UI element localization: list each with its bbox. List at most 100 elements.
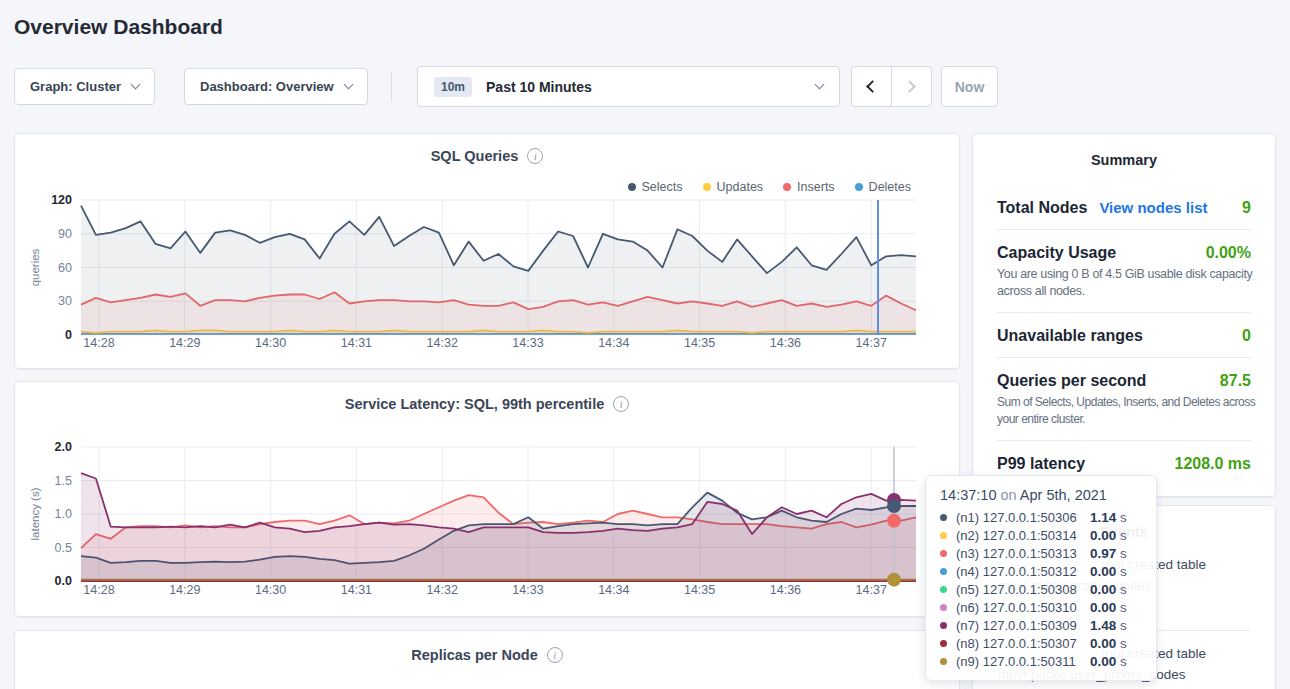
summary-row-unavailable: Unavailable ranges 0 bbox=[997, 327, 1251, 345]
node-color-dot bbox=[940, 532, 947, 539]
summary-label: Total Nodes bbox=[997, 199, 1087, 217]
summary-value: 1208.0 ms bbox=[1174, 455, 1251, 473]
service-latency-panel: Service Latency: SQL, 99th percentile i … bbox=[14, 381, 960, 617]
chevron-right-icon bbox=[903, 80, 916, 93]
tooltip-row: (n8) 127.0.0.1:50307 0.00 s bbox=[940, 634, 1142, 652]
tooltip-node-value: 0.00 s bbox=[1090, 636, 1142, 651]
view-nodes-list-link[interactable]: View nodes list bbox=[1099, 199, 1207, 216]
sql-queries-panel: SQL Queries i SelectsUpdatesInsertsDelet… bbox=[14, 133, 960, 369]
svg-text:14:37: 14:37 bbox=[856, 583, 887, 597]
dashboard-dropdown[interactable]: Dashboard: Overview bbox=[184, 68, 368, 105]
tooltip-row: (n5) 127.0.0.1:50308 0.00 s bbox=[940, 580, 1142, 598]
svg-text:14:33: 14:33 bbox=[512, 583, 543, 597]
svg-text:0: 0 bbox=[65, 328, 72, 342]
tooltip-row: (n7) 127.0.0.1:50309 1.48 s bbox=[940, 616, 1142, 634]
tooltip-node-label: (n7) 127.0.0.1:50309 bbox=[956, 618, 1077, 633]
tooltip-node-value: 0.00 s bbox=[1090, 654, 1142, 669]
svg-text:14:34: 14:34 bbox=[598, 336, 629, 350]
svg-text:14:35: 14:35 bbox=[684, 336, 715, 350]
svg-text:0.0: 0.0 bbox=[55, 574, 72, 588]
prev-range-button[interactable] bbox=[852, 67, 892, 106]
svg-text:14:30: 14:30 bbox=[255, 583, 286, 597]
summary-label: Capacity Usage bbox=[997, 244, 1116, 262]
tooltip-row: (n1) 127.0.0.1:50306 1.14 s bbox=[940, 508, 1142, 526]
summary-label: Unavailable ranges bbox=[997, 327, 1143, 345]
node-color-dot bbox=[940, 568, 947, 575]
tooltip-node-value: 0.00 s bbox=[1090, 582, 1142, 597]
summary-desc: You are using 0 B of 4.5 GiB usable disk… bbox=[997, 266, 1260, 300]
now-button[interactable]: Now bbox=[941, 66, 998, 107]
svg-text:14:31: 14:31 bbox=[341, 583, 372, 597]
dashboard-dropdown-label: Dashboard: Overview bbox=[200, 79, 334, 94]
svg-text:120: 120 bbox=[51, 193, 72, 207]
svg-text:14:36: 14:36 bbox=[770, 336, 801, 350]
svg-text:60: 60 bbox=[58, 261, 72, 275]
time-shift-buttons bbox=[851, 66, 932, 107]
svg-text:queries: queries bbox=[29, 248, 41, 286]
chart-title-text: Replicas per Node bbox=[411, 647, 538, 663]
svg-text:14:28: 14:28 bbox=[83, 336, 114, 350]
range-label: Past 10 Minutes bbox=[486, 79, 592, 95]
replicas-panel: Replicas per Node i bbox=[14, 630, 960, 689]
tooltip-node-value: 0.00 s bbox=[1090, 528, 1142, 543]
svg-text:14:36: 14:36 bbox=[770, 583, 801, 597]
node-color-dot bbox=[940, 586, 947, 593]
sql-queries-chart[interactable]: 14:2814:2914:3014:3114:3214:3314:3414:35… bbox=[15, 134, 959, 368]
tooltip-row: (n3) 127.0.0.1:50313 0.97 s bbox=[940, 544, 1142, 562]
tooltip-row: (n2) 127.0.0.1:50314 0.00 s bbox=[940, 526, 1142, 544]
svg-text:14:33: 14:33 bbox=[512, 336, 543, 350]
page-title: Overview Dashboard bbox=[14, 15, 223, 39]
summary-title: Summary bbox=[973, 134, 1275, 168]
summary-row-capacity: Capacity Usage 0.00% bbox=[997, 244, 1251, 262]
tooltip-node-value: 1.14 s bbox=[1090, 510, 1142, 525]
tooltip-node-value: 0.00 s bbox=[1090, 600, 1142, 615]
time-range-picker[interactable]: 10m Past 10 Minutes bbox=[417, 66, 840, 107]
tooltip-row: (n4) 127.0.0.1:50312 0.00 s bbox=[940, 562, 1142, 580]
svg-text:latency (s): latency (s) bbox=[29, 487, 41, 540]
tooltip-node-label: (n1) 127.0.0.1:50306 bbox=[956, 510, 1077, 525]
svg-text:14:34: 14:34 bbox=[598, 583, 629, 597]
tooltip-node-label: (n4) 127.0.0.1:50312 bbox=[956, 564, 1077, 579]
svg-text:0.5: 0.5 bbox=[55, 541, 72, 555]
summary-label: P99 latency bbox=[997, 455, 1085, 473]
svg-text:1.5: 1.5 bbox=[55, 474, 72, 488]
node-color-dot bbox=[940, 640, 947, 647]
divider bbox=[997, 357, 1251, 358]
svg-text:14:31: 14:31 bbox=[341, 336, 372, 350]
tooltip-node-label: (n2) 127.0.0.1:50314 bbox=[956, 528, 1077, 543]
tooltip-node-label: (n9) 127.0.0.1:50311 bbox=[956, 654, 1076, 669]
summary-panel: Summary Total Nodes View nodes list 9 Ca… bbox=[972, 133, 1276, 497]
svg-text:14:30: 14:30 bbox=[255, 336, 286, 350]
tooltip-timestamp: 14:37:10 on Apr 5th, 2021 bbox=[940, 487, 1142, 503]
chevron-down-icon bbox=[343, 80, 353, 90]
svg-text:2.0: 2.0 bbox=[55, 440, 72, 454]
chevron-down-icon bbox=[131, 80, 141, 90]
tooltip-node-label: (n6) 127.0.0.1:50310 bbox=[956, 600, 1077, 615]
node-color-dot bbox=[940, 604, 947, 611]
next-range-button[interactable] bbox=[892, 67, 932, 106]
divider bbox=[997, 312, 1251, 313]
chevron-down-icon bbox=[815, 80, 825, 90]
svg-text:14:28: 14:28 bbox=[83, 583, 114, 597]
divider bbox=[997, 440, 1251, 441]
replicas-title: Replicas per Node i bbox=[15, 647, 959, 663]
node-color-dot bbox=[940, 550, 947, 557]
graph-dropdown[interactable]: Graph: Cluster bbox=[14, 68, 155, 105]
svg-text:1.0: 1.0 bbox=[55, 507, 72, 521]
svg-text:14:32: 14:32 bbox=[427, 583, 458, 597]
node-color-dot bbox=[940, 622, 947, 629]
summary-row-p99: P99 latency 1208.0 ms bbox=[997, 455, 1251, 473]
tooltip-node-label: (n3) 127.0.0.1:50313 bbox=[956, 546, 1077, 561]
info-icon[interactable]: i bbox=[547, 647, 563, 663]
node-color-dot bbox=[940, 514, 947, 521]
summary-label: Queries per second bbox=[997, 372, 1146, 390]
tooltip-node-label: (n5) 127.0.0.1:50308 bbox=[956, 582, 1077, 597]
tooltip-node-value: 0.00 s bbox=[1090, 564, 1142, 579]
service-latency-chart[interactable]: 14:2814:2914:3014:3114:3214:3314:3414:35… bbox=[15, 382, 959, 616]
summary-value: 0.00% bbox=[1206, 244, 1251, 262]
tooltip-row: (n9) 127.0.0.1:50311 0.00 s bbox=[940, 652, 1142, 670]
summary-row-total-nodes: Total Nodes View nodes list 9 bbox=[997, 199, 1251, 217]
range-badge: 10m bbox=[434, 77, 472, 97]
svg-text:14:32: 14:32 bbox=[427, 336, 458, 350]
summary-value: 87.5 bbox=[1220, 372, 1251, 390]
